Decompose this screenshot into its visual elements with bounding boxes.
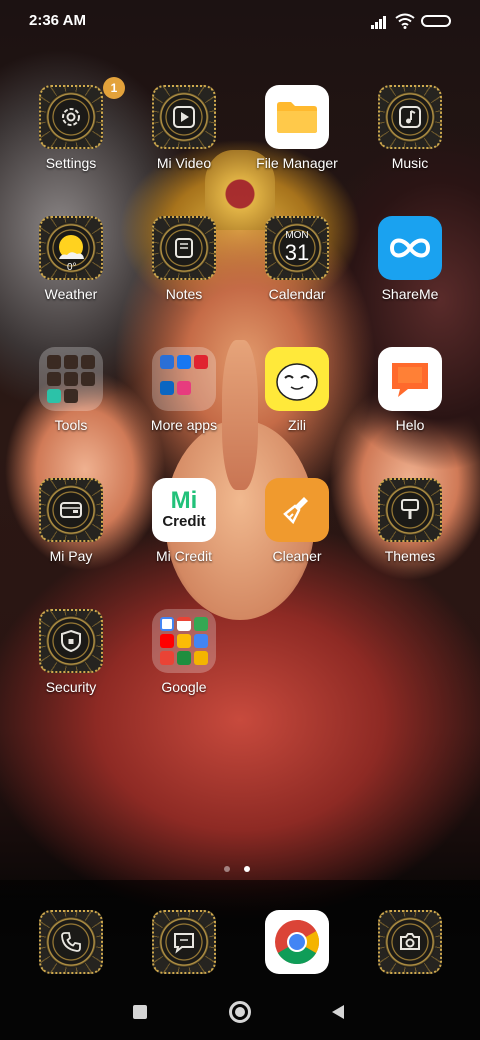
calendar-day: 31	[284, 240, 310, 265]
google-folder-icon	[152, 609, 216, 673]
helo-bubble-icon	[378, 347, 442, 411]
app-mi-credit[interactable]: Mi Credit Mi Credit	[128, 478, 240, 564]
status-time: 2:36 AM	[29, 12, 86, 29]
folder-tools[interactable]: Tools	[15, 347, 127, 433]
app-settings[interactable]: 1 Settings	[15, 77, 127, 171]
notes-icon	[152, 216, 216, 280]
app-cleaner[interactable]: Cleaner	[241, 478, 353, 564]
calendar-icon: MON 31	[265, 216, 329, 280]
app-label: Themes	[384, 548, 436, 564]
shareme-infinity-icon	[378, 216, 442, 280]
message-icon	[152, 910, 216, 974]
app-calendar[interactable]: MON 31 Calendar	[241, 216, 353, 302]
app-shareme[interactable]: ShareMe	[354, 216, 466, 302]
app-label: Mi Credit	[155, 548, 212, 564]
mi-credit-logo-mi: Mi	[170, 487, 198, 514]
app-notes[interactable]: Notes	[128, 216, 240, 302]
app-label: Weather	[44, 286, 98, 302]
chrome-icon	[265, 910, 329, 974]
weather-temp: 0°	[67, 262, 77, 273]
page-dot-2-active[interactable]	[244, 866, 250, 872]
app-file-manager[interactable]: File Manager	[241, 85, 353, 171]
recents-button[interactable]	[133, 1005, 147, 1019]
brush-icon	[378, 478, 442, 542]
app-label: Music	[391, 155, 429, 171]
dock-messages[interactable]	[128, 910, 240, 974]
folder-google[interactable]: Google	[128, 609, 240, 695]
settings-icon	[39, 85, 103, 149]
wifi-icon	[395, 13, 415, 29]
app-label: Mi Pay	[49, 548, 93, 564]
mi-credit-icon: Mi Credit	[152, 478, 216, 542]
mi-credit-logo-text: Credit	[162, 513, 206, 530]
music-note-icon	[378, 85, 442, 149]
app-label: Calendar	[268, 286, 326, 302]
video-play-icon	[152, 85, 216, 149]
wallet-icon	[39, 478, 103, 542]
dock-camera[interactable]	[354, 910, 466, 974]
app-mi-video[interactable]: Mi Video	[128, 85, 240, 171]
folder-icon	[265, 85, 329, 149]
back-button[interactable]	[330, 1004, 346, 1020]
battery-icon	[421, 15, 451, 27]
camera-icon	[378, 910, 442, 974]
notification-badge: 1	[103, 77, 125, 99]
app-mi-pay[interactable]: Mi Pay	[15, 478, 127, 564]
app-label: Mi Video	[156, 155, 212, 171]
app-label: More apps	[150, 417, 218, 433]
weather-icon: 0°	[39, 216, 103, 280]
app-label: ShareMe	[381, 286, 439, 302]
home-button[interactable]	[229, 1001, 251, 1023]
app-label: Helo	[395, 417, 425, 433]
app-label: Zili	[288, 417, 306, 433]
app-label: File Manager	[256, 155, 338, 171]
broom-icon	[265, 478, 329, 542]
app-themes[interactable]: Themes	[354, 478, 466, 564]
dock-chrome[interactable]	[241, 910, 353, 974]
folder-more-apps[interactable]: More apps	[128, 347, 240, 433]
shield-icon	[39, 609, 103, 673]
app-security[interactable]: Security	[15, 609, 127, 695]
tools-folder-icon	[39, 347, 103, 411]
more-apps-folder-icon	[152, 347, 216, 411]
app-weather[interactable]: 0° Weather	[15, 216, 127, 302]
home-button-dot	[235, 1007, 245, 1017]
app-label: Security	[45, 679, 97, 695]
app-helo[interactable]: Helo	[354, 347, 466, 433]
phone-icon	[39, 910, 103, 974]
dock-phone[interactable]	[15, 910, 127, 974]
navigation-bar	[0, 988, 480, 1040]
app-zili[interactable]: Zili	[241, 347, 353, 433]
page-dot-1[interactable]	[224, 866, 230, 872]
zili-face-icon	[265, 347, 329, 411]
app-label: Cleaner	[272, 548, 322, 564]
app-label: Tools	[54, 417, 88, 433]
signal-icon	[371, 16, 386, 29]
app-label: Google	[161, 679, 207, 695]
app-label: Settings	[45, 155, 97, 171]
status-bar: 2:36 AM	[0, 0, 480, 44]
app-music[interactable]: Music	[354, 85, 466, 171]
app-label: Notes	[165, 286, 203, 302]
